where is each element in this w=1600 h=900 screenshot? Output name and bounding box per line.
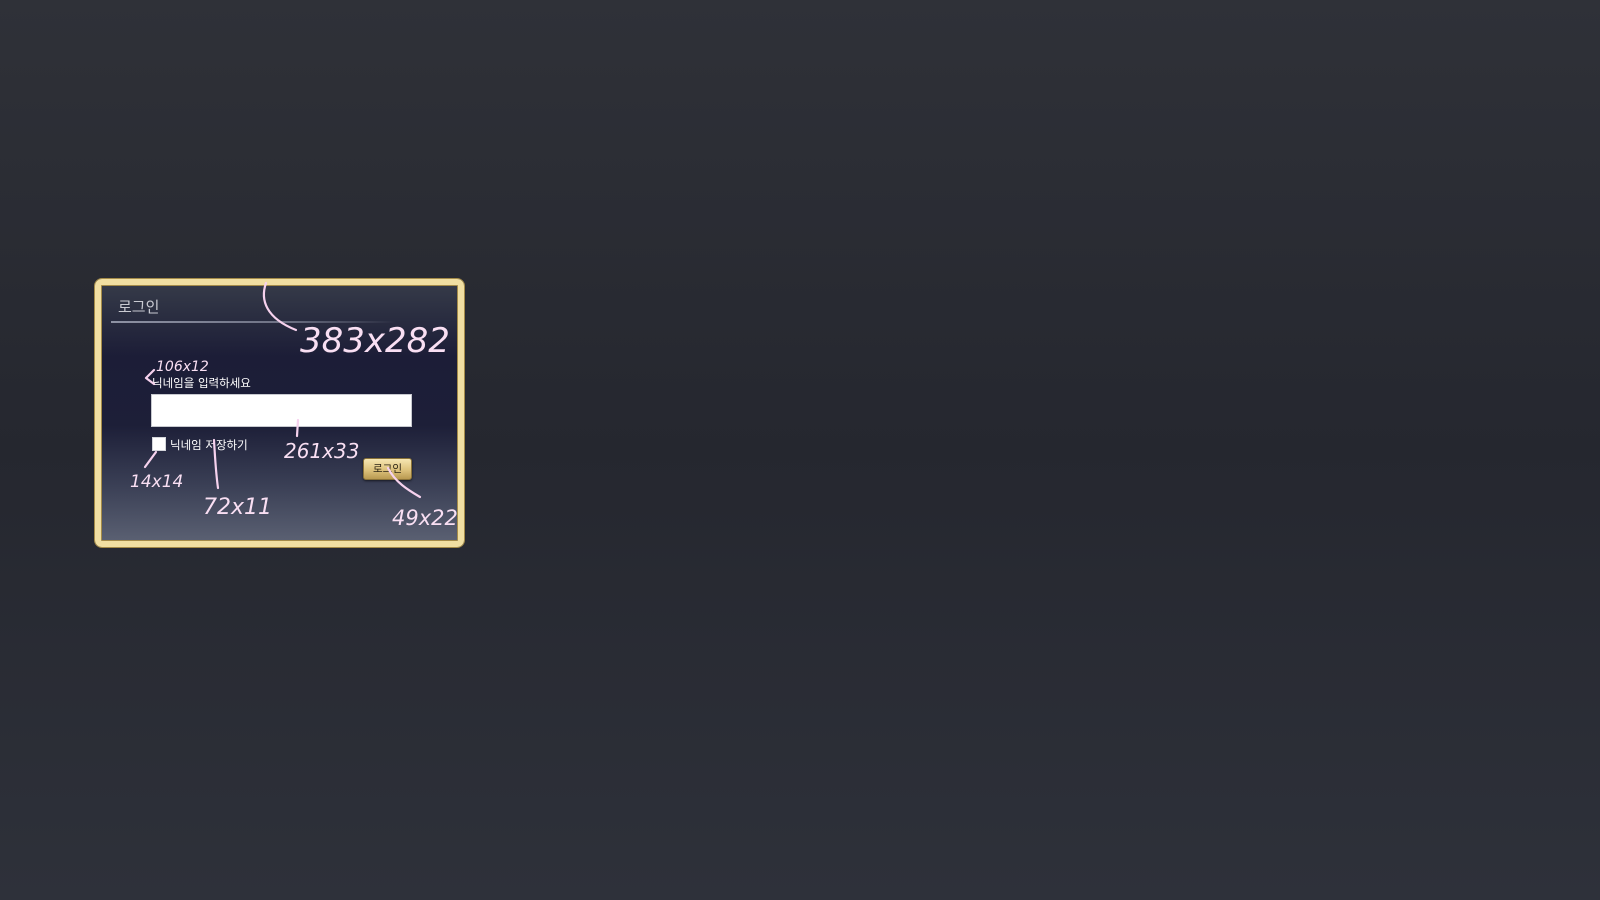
title-divider: [111, 321, 396, 323]
dialog-title: 로그인: [118, 298, 160, 316]
nickname-prompt: 닉네임을 입력하세요: [152, 376, 251, 390]
remember-nickname-label: 닉네임 저장하기: [170, 438, 248, 452]
nickname-input[interactable]: [151, 394, 412, 427]
login-button[interactable]: 로그인: [363, 458, 412, 480]
remember-nickname-checkbox[interactable]: [152, 437, 166, 451]
login-dialog: 로그인 닉네임을 입력하세요 닉네임 저장하기 로그인: [95, 279, 464, 547]
